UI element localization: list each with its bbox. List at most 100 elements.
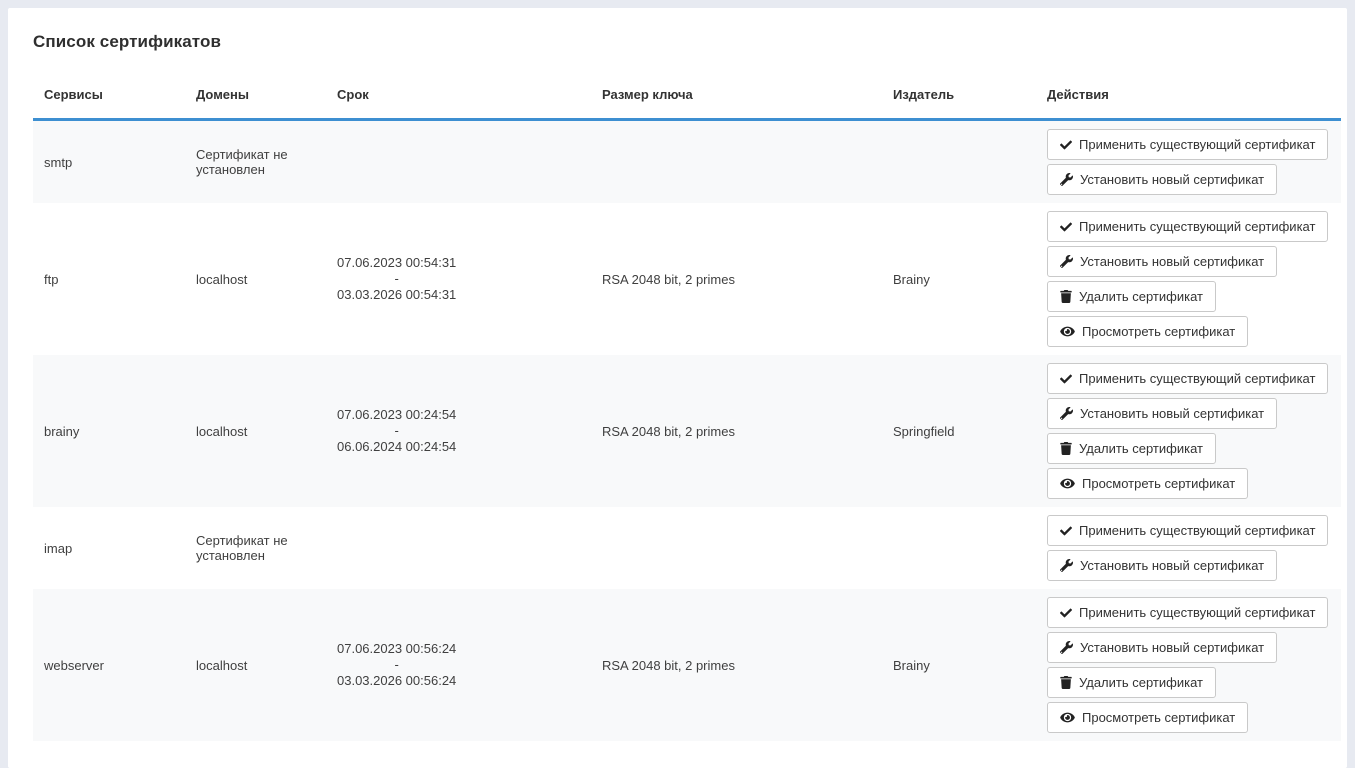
keysize-cell <box>591 507 882 589</box>
wrench-icon <box>1060 173 1073 186</box>
install-new-certificate-button[interactable]: Установить новый сертификат <box>1047 632 1277 663</box>
table-row: webserverlocalhost07.06.2023 00:56:24-03… <box>33 589 1341 741</box>
apply-existing-certificate-button[interactable]: Применить существующий сертификат <box>1047 515 1328 546</box>
issuer-cell: Springfield <box>882 355 1036 507</box>
button-label: Установить новый сертификат <box>1080 254 1264 269</box>
table-header-row: СервисыДоменыСрокРазмер ключаИздательДей… <box>33 87 1341 120</box>
delete-certificate-button[interactable]: Удалить сертификат <box>1047 667 1216 698</box>
term-to: 03.03.2026 00:54:31 <box>337 287 456 303</box>
button-label: Просмотреть сертификат <box>1082 710 1235 725</box>
trash-icon <box>1060 676 1072 689</box>
button-label: Удалить сертификат <box>1079 289 1203 304</box>
install-new-certificate-button[interactable]: Установить новый сертификат <box>1047 246 1277 277</box>
delete-certificate-button[interactable]: Удалить сертификат <box>1047 281 1216 312</box>
button-label: Применить существующий сертификат <box>1079 523 1315 538</box>
actions-group: Применить существующий сертификат Установ… <box>1047 127 1331 197</box>
eye-icon <box>1060 711 1075 724</box>
actions-group: Применить существующий сертификат Установ… <box>1047 513 1331 583</box>
issuer-cell: Brainy <box>882 589 1036 741</box>
term-separator: - <box>337 271 456 287</box>
keysize-cell <box>591 120 882 204</box>
apply-existing-certificate-button[interactable]: Применить существующий сертификат <box>1047 211 1328 242</box>
button-label: Установить новый сертификат <box>1080 172 1264 187</box>
actions-cell: Применить существующий сертификат Установ… <box>1036 355 1341 507</box>
term-from: 07.06.2023 00:24:54 <box>337 407 456 423</box>
view-certificate-button[interactable]: Просмотреть сертификат <box>1047 468 1248 499</box>
term-dates: 07.06.2023 00:54:31-03.03.2026 00:54:31 <box>337 255 456 303</box>
table-row: ftplocalhost07.06.2023 00:54:31-03.03.20… <box>33 203 1341 355</box>
actions-group: Применить существующий сертификат Установ… <box>1047 209 1331 349</box>
wrench-icon <box>1060 559 1073 572</box>
install-new-certificate-button[interactable]: Установить новый сертификат <box>1047 398 1277 429</box>
delete-certificate-button[interactable]: Удалить сертификат <box>1047 433 1216 464</box>
button-label: Установить новый сертификат <box>1080 640 1264 655</box>
check-icon <box>1060 607 1072 619</box>
view-certificate-button[interactable]: Просмотреть сертификат <box>1047 316 1248 347</box>
check-icon <box>1060 525 1072 537</box>
term-to: 03.03.2026 00:56:24 <box>337 673 456 689</box>
table-row: imapСертификат не установлен Применить су… <box>33 507 1341 589</box>
button-label: Просмотреть сертификат <box>1082 476 1235 491</box>
table-row: brainylocalhost07.06.2023 00:24:54-06.06… <box>33 355 1341 507</box>
trash-icon <box>1060 290 1072 303</box>
term-cell: 07.06.2023 00:56:24-03.03.2026 00:56:24 <box>326 589 591 741</box>
button-label: Удалить сертификат <box>1079 675 1203 690</box>
domains-cell: Сертификат не установлен <box>185 507 326 589</box>
actions-group: Применить существующий сертификат Установ… <box>1047 595 1331 735</box>
column-header-actions: Действия <box>1036 87 1341 120</box>
service-cell: imap <box>33 507 185 589</box>
wrench-icon <box>1060 255 1073 268</box>
term-from: 07.06.2023 00:54:31 <box>337 255 456 271</box>
eye-icon <box>1060 325 1075 338</box>
column-header-issuer: Издатель <box>882 87 1036 120</box>
button-label: Установить новый сертификат <box>1080 406 1264 421</box>
term-dates: 07.06.2023 00:56:24-03.03.2026 00:56:24 <box>337 641 456 689</box>
check-icon <box>1060 221 1072 233</box>
button-label: Удалить сертификат <box>1079 441 1203 456</box>
apply-existing-certificate-button[interactable]: Применить существующий сертификат <box>1047 129 1328 160</box>
term-dates: 07.06.2023 00:24:54-06.06.2024 00:24:54 <box>337 407 456 455</box>
certificates-table: СервисыДоменыСрокРазмер ключаИздательДей… <box>33 87 1341 741</box>
check-icon <box>1060 139 1072 151</box>
button-label: Установить новый сертификат <box>1080 558 1264 573</box>
service-cell: ftp <box>33 203 185 355</box>
term-cell <box>326 120 591 204</box>
install-new-certificate-button[interactable]: Установить новый сертификат <box>1047 164 1277 195</box>
table-row: smtpСертификат не установлен Применить су… <box>33 120 1341 204</box>
trash-icon <box>1060 442 1072 455</box>
view-certificate-button[interactable]: Просмотреть сертификат <box>1047 702 1248 733</box>
apply-existing-certificate-button[interactable]: Применить существующий сертификат <box>1047 597 1328 628</box>
page-title: Список сертификатов <box>33 32 1341 52</box>
button-label: Просмотреть сертификат <box>1082 324 1235 339</box>
column-header-term: Срок <box>326 87 591 120</box>
issuer-cell: Brainy <box>882 203 1036 355</box>
issuer-cell <box>882 120 1036 204</box>
certificates-card: Список сертификатов СервисыДоменыСрокРаз… <box>8 8 1347 768</box>
check-icon <box>1060 373 1072 385</box>
domains-cell: Сертификат не установлен <box>185 120 326 204</box>
service-cell: brainy <box>33 355 185 507</box>
install-new-certificate-button[interactable]: Установить новый сертификат <box>1047 550 1277 581</box>
keysize-cell: RSA 2048 bit, 2 primes <box>591 589 882 741</box>
actions-cell: Применить существующий сертификат Установ… <box>1036 507 1341 589</box>
service-cell: webserver <box>33 589 185 741</box>
column-header-service: Сервисы <box>33 87 185 120</box>
term-separator: - <box>337 657 456 673</box>
term-cell: 07.06.2023 00:24:54-06.06.2024 00:24:54 <box>326 355 591 507</box>
actions-cell: Применить существующий сертификат Установ… <box>1036 203 1341 355</box>
button-label: Применить существующий сертификат <box>1079 371 1315 386</box>
actions-group: Применить существующий сертификат Установ… <box>1047 361 1331 501</box>
apply-existing-certificate-button[interactable]: Применить существующий сертификат <box>1047 363 1328 394</box>
column-header-keysize: Размер ключа <box>591 87 882 120</box>
actions-cell: Применить существующий сертификат Установ… <box>1036 120 1341 204</box>
term-cell <box>326 507 591 589</box>
button-label: Применить существующий сертификат <box>1079 605 1315 620</box>
domains-cell: localhost <box>185 203 326 355</box>
term-from: 07.06.2023 00:56:24 <box>337 641 456 657</box>
actions-cell: Применить существующий сертификат Установ… <box>1036 589 1341 741</box>
button-label: Применить существующий сертификат <box>1079 137 1315 152</box>
service-cell: smtp <box>33 120 185 204</box>
issuer-cell <box>882 507 1036 589</box>
wrench-icon <box>1060 641 1073 654</box>
keysize-cell: RSA 2048 bit, 2 primes <box>591 203 882 355</box>
